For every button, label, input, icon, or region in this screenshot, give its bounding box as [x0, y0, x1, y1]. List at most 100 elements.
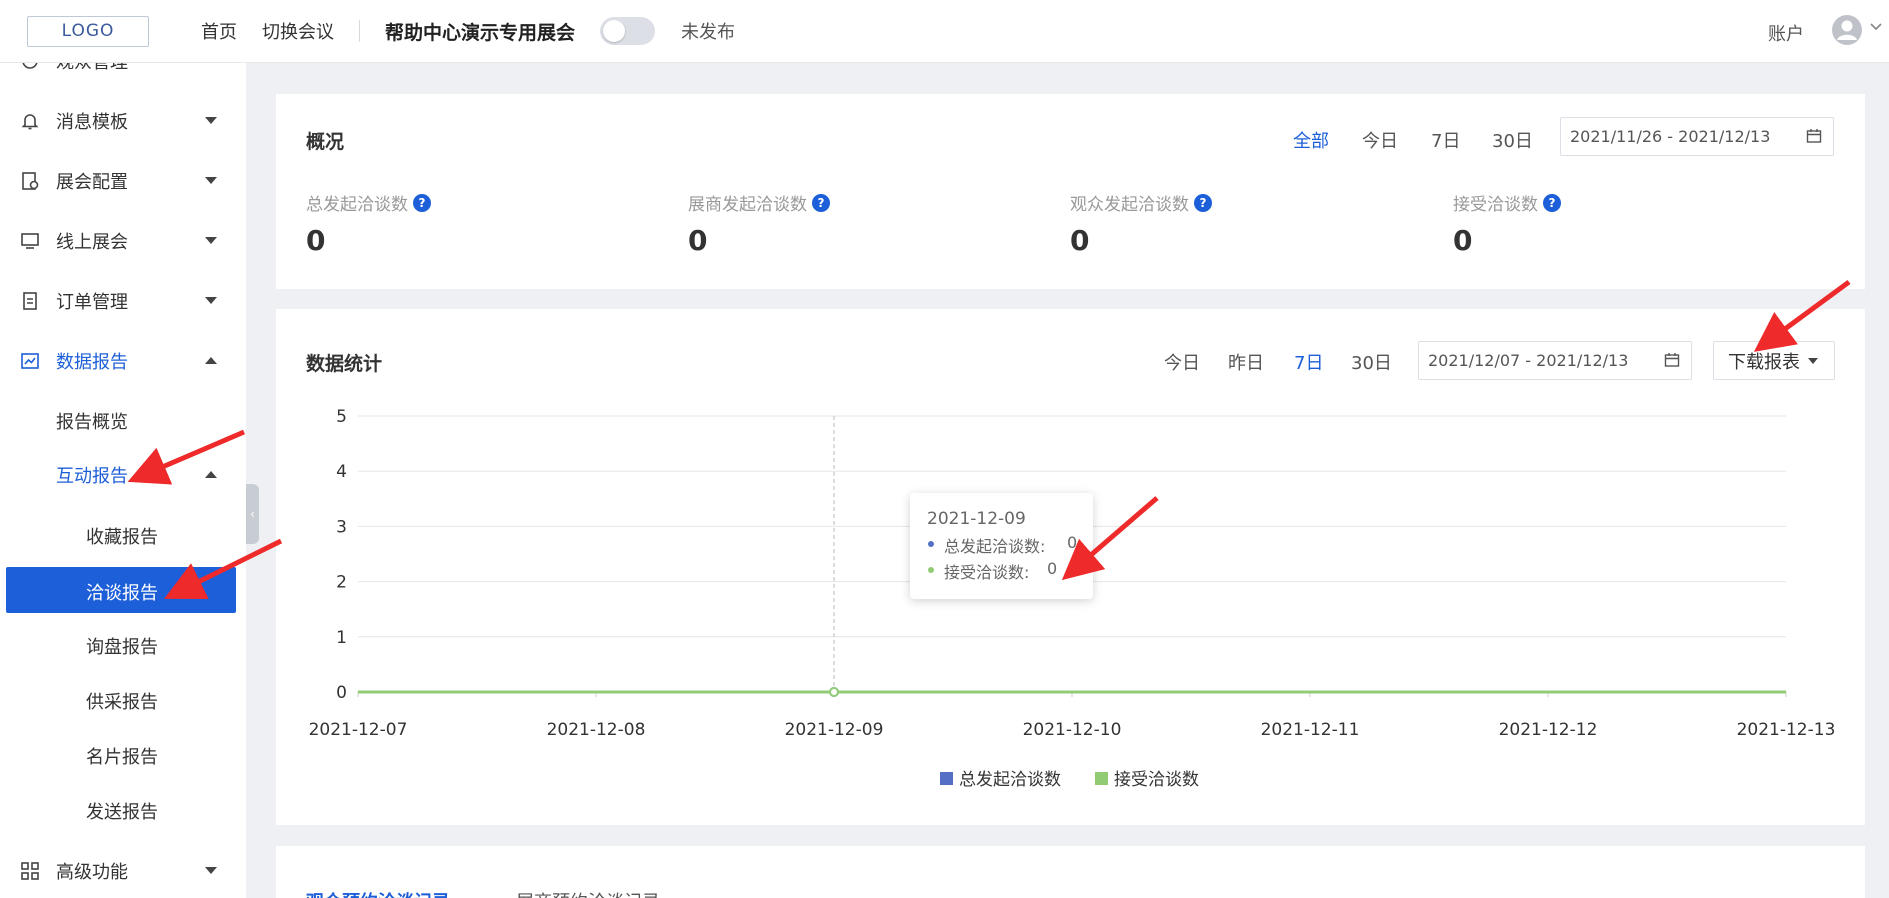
caret-down-icon [204, 296, 218, 305]
sidebar-item-interaction-report[interactable]: 互动报告 [0, 455, 246, 495]
sidebar-item-send-report[interactable]: 发送报告 [0, 791, 246, 831]
account-label[interactable]: 账户 [1768, 20, 1804, 46]
tooltip-series2-value: 0 [1047, 559, 1058, 578]
stat-label-text: 总发起洽谈数 [306, 195, 408, 215]
sidebar-item-label: 高级功能 [56, 862, 128, 883]
sidebar-item-advanced[interactable]: 高级功能 [0, 851, 246, 891]
stat-exhibitor-label: 展商发起洽谈数 ? [688, 190, 830, 215]
sidebar-item-label: 名片报告 [86, 747, 158, 768]
download-report-label: 下载报表 [1728, 351, 1800, 373]
stats-filter-today[interactable]: 今日 [1164, 349, 1200, 375]
stat-accepted-label: 接受洽谈数 ? [1453, 190, 1561, 215]
tab-audience-records[interactable]: 观众预约洽谈记录 [306, 888, 450, 898]
stat-label-text: 接受洽谈数 [1453, 195, 1538, 215]
monitor-icon [20, 231, 40, 251]
sidebar-item-card-report[interactable]: 名片报告 [0, 736, 246, 776]
bell-icon [20, 111, 40, 131]
stats-filter-7d[interactable]: 7日 [1294, 349, 1323, 375]
grid-icon [20, 861, 40, 881]
stat-total-label: 总发起洽谈数 ? [306, 190, 431, 215]
calendar-icon [1806, 128, 1822, 144]
publish-toggle[interactable] [600, 17, 656, 45]
overview-filter-7d[interactable]: 7日 [1431, 127, 1460, 153]
sidebar-item-message-template[interactable]: 消息模板 [0, 101, 246, 141]
help-icon[interactable]: ? [812, 193, 830, 212]
sidebar-item-report-overview[interactable]: 报告概览 [0, 401, 246, 441]
nav-home-link[interactable]: 首页 [201, 18, 237, 44]
sidebar-item-label: 发送报告 [86, 802, 158, 823]
stat-exhibitor-value: 0 [688, 224, 708, 257]
caret-up-icon [204, 470, 218, 479]
publish-status: 未发布 [681, 22, 736, 43]
caret-down-icon [204, 176, 218, 185]
sidebar-item-label: 数据报告 [56, 352, 128, 373]
conference-title: 帮助中心演示专用展会 [385, 21, 576, 44]
caret-up-icon [204, 356, 218, 365]
nav-switch-conference-link[interactable]: 切换会议 [262, 18, 334, 44]
sidebar-item-online-expo[interactable]: 线上展会 [0, 221, 246, 261]
top-bar: LOGO 首页 切换会议 帮助中心演示专用展会 未发布 账户 [0, 0, 1889, 63]
stats-filter-30d[interactable]: 30日 [1351, 349, 1392, 375]
sidebar-item-data-report[interactable]: 数据报告 [0, 341, 246, 381]
tooltip-series1-label: 总发起洽谈数: [944, 537, 1046, 556]
overview-date-range-picker[interactable]: 2021/11/26 - 2021/12/13 [1560, 117, 1834, 156]
sidebar-item-inquiry-report[interactable]: 询盘报告 [0, 626, 246, 666]
audience-icon [20, 63, 40, 71]
records-card: 观众预约洽谈记录 展商预约洽谈记录 [276, 846, 1865, 898]
help-icon[interactable]: ? [1543, 193, 1561, 212]
stats-filter-yesterday[interactable]: 昨日 [1228, 349, 1264, 375]
tooltip-series2-dot [928, 567, 934, 573]
caret-down-icon [204, 866, 218, 875]
stats-title: 数据统计 [306, 353, 383, 375]
stat-audience-value: 0 [1070, 224, 1090, 257]
sidebar-item-label: 供采报告 [86, 692, 158, 713]
order-icon [20, 291, 40, 311]
tooltip-series1-value: 0 [1067, 533, 1078, 552]
sidebar-item-expo-config[interactable]: 展会配置 [0, 161, 246, 201]
sidebar-collapse-handle[interactable]: ‹ [246, 484, 259, 544]
caret-down-icon [204, 116, 218, 125]
caret-down-icon [204, 236, 218, 245]
stat-label-text: 观众发起洽谈数 [1070, 195, 1189, 215]
caret-down-icon [1808, 357, 1818, 364]
overview-filter-today[interactable]: 今日 [1362, 127, 1398, 153]
tooltip-series2-label: 接受洽谈数: [944, 563, 1030, 582]
overview-filter-all[interactable]: 全部 [1293, 127, 1329, 153]
tooltip-series1-dot [928, 541, 934, 547]
help-icon[interactable]: ? [413, 193, 431, 212]
tooltip-date: 2021-12-09 [927, 509, 1026, 529]
sidebar: 观众管理 消息模板 展会配置 线上展会 订单管理 数据报告 [0, 63, 246, 898]
toggle-knob [603, 20, 626, 42]
sidebar-item-favorite-report[interactable]: 收藏报告 [0, 516, 246, 556]
sidebar-item-label: 消息模板 [56, 112, 128, 133]
stat-audience-label: 观众发起洽谈数 ? [1070, 190, 1212, 215]
stat-total-value: 0 [306, 224, 326, 257]
sidebar-item-orders[interactable]: 订单管理 [0, 281, 246, 321]
calendar-icon [1664, 352, 1680, 368]
sidebar-item-label: 线上展会 [56, 232, 128, 253]
download-report-button[interactable]: 下载报表 [1713, 341, 1835, 380]
chevron-down-icon[interactable] [1869, 22, 1883, 32]
help-icon[interactable]: ? [1194, 193, 1212, 212]
sidebar-item-supply-report[interactable]: 供采报告 [0, 681, 246, 721]
sidebar-item-label: 洽谈报告 [86, 583, 158, 604]
tab-exhibitor-records[interactable]: 展商预约洽谈记录 [516, 888, 660, 898]
nav-divider [359, 20, 360, 42]
stat-label-text: 展商发起洽谈数 [688, 195, 807, 215]
sidebar-item-label: 互动报告 [56, 466, 128, 487]
sidebar-item-label: 询盘报告 [86, 637, 158, 658]
sidebar-item-label: 展会配置 [56, 172, 128, 193]
stat-accepted-value: 0 [1453, 224, 1473, 257]
chart-tooltip: 2021-12-09 总发起洽谈数: 0 接受洽谈数: 0 [910, 493, 1093, 599]
logo[interactable]: LOGO [27, 15, 149, 47]
stats-date-range-picker[interactable]: 2021/12/07 - 2021/12/13 [1418, 341, 1692, 380]
avatar-icon[interactable] [1831, 14, 1863, 46]
overview-filter-30d[interactable]: 30日 [1492, 127, 1533, 153]
date-range-text: 2021/12/07 - 2021/12/13 [1428, 351, 1629, 370]
settings-doc-icon [20, 171, 40, 191]
overview-title: 概况 [306, 131, 345, 153]
sidebar-item-label: 订单管理 [56, 292, 128, 313]
sidebar-item-negotiation-report[interactable]: 洽谈报告 [6, 567, 236, 613]
sidebar-item-audience[interactable]: 观众管理 [0, 63, 246, 81]
sidebar-item-label: 报告概览 [56, 412, 128, 433]
